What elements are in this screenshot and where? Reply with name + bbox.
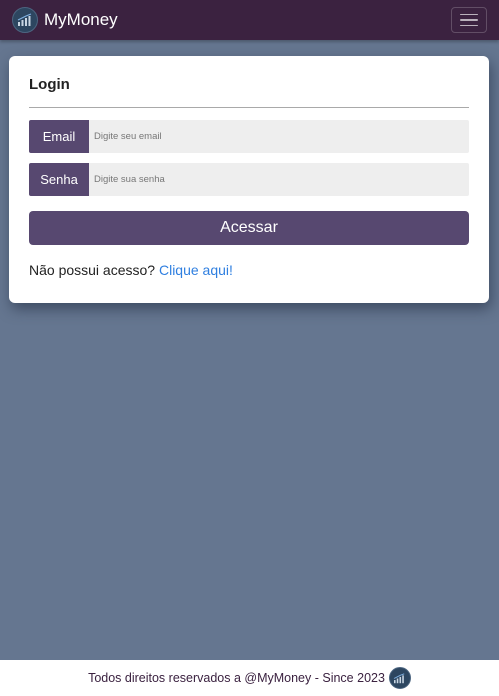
password-label: Senha	[29, 163, 89, 196]
password-input-group: Senha	[29, 163, 469, 196]
login-title: Login	[29, 76, 70, 93]
email-label: Email	[29, 120, 89, 153]
brand-name: MyMoney	[44, 10, 118, 29]
signup-link[interactable]: Clique aqui!	[159, 262, 233, 278]
divider	[29, 107, 469, 108]
login-card: Login Email Senha Acessar Não possui ace…	[9, 56, 489, 303]
footer-text: Todos direitos reservados a @MyMoney - S…	[88, 671, 385, 685]
login-submit-button[interactable]: Acessar	[29, 211, 469, 245]
email-field[interactable]	[89, 120, 469, 153]
password-field[interactable]	[89, 163, 469, 196]
hamburger-menu-icon[interactable]	[451, 7, 487, 33]
navbar: MyMoney	[0, 0, 499, 40]
footer: Todos direitos reservados a @MyMoney - S…	[0, 660, 499, 696]
brand-link[interactable]: MyMoney	[12, 7, 118, 33]
signup-prompt: Não possui acesso? Clique aqui!	[29, 262, 233, 278]
email-input-group: Email	[29, 120, 469, 153]
money-chart-icon	[388, 667, 411, 689]
signup-prompt-text: Não possui acesso?	[29, 262, 156, 278]
money-chart-icon	[12, 7, 38, 33]
